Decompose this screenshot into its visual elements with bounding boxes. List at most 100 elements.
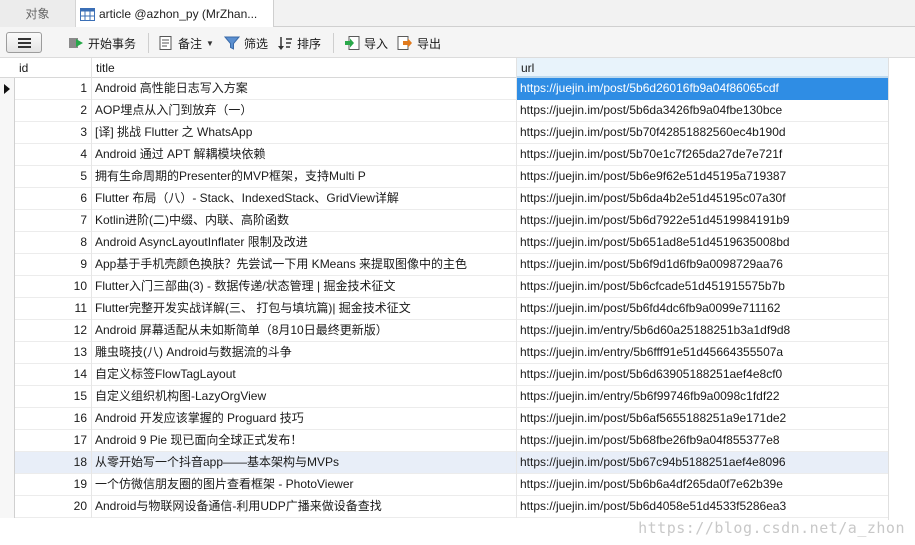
cell-url[interactable]: https://juejin.im/entry/5b6fff91e51d4566… (517, 342, 889, 364)
cell-title[interactable]: App基于手机壳颜色换肤？先尝试一下用 KMeans 来提取图像中的主色 (92, 254, 517, 276)
row-selector[interactable] (0, 496, 15, 518)
cell-id[interactable]: 3 (15, 122, 92, 144)
cell-id[interactable]: 9 (15, 254, 92, 276)
cell-url[interactable]: https://juejin.im/post/5b67c94b5188251ae… (517, 452, 889, 474)
cell-url[interactable]: https://juejin.im/post/5b70f42851882560e… (517, 122, 889, 144)
table-row[interactable]: 12 Android 屏幕适配从未如斯简单（8月10日最终更新版） https://… (0, 320, 889, 342)
cell-url[interactable]: https://juejin.im/entry/5b6d60a25188251b… (517, 320, 889, 342)
cell-title[interactable]: 自定义组织机构图-LazyOrgView (92, 386, 517, 408)
row-selector[interactable] (0, 474, 15, 496)
cell-id[interactable]: 4 (15, 144, 92, 166)
cell-title[interactable]: 拥有生命周期的Presenter的MVP框架，支持Multi P (92, 166, 517, 188)
cell-title[interactable]: AOP埋点从入门到放弃（一） (92, 100, 517, 122)
cell-title[interactable]: 雕虫晓技(八) Android与数据流的斗争 (92, 342, 517, 364)
table-row[interactable]: 20 Android与物联网设备通信-利用UDP广播来做设备查找 https://j… (0, 496, 889, 518)
row-selector[interactable] (0, 122, 15, 144)
cell-id[interactable]: 7 (15, 210, 92, 232)
cell-url[interactable]: https://juejin.im/post/5b6d4058e51d4533f… (517, 496, 889, 518)
table-row[interactable]: 14 自定义标签FlowTagLayout https://juejin.im/po… (0, 364, 889, 386)
cell-id[interactable]: 14 (15, 364, 92, 386)
cell-url[interactable]: https://juejin.im/post/5b6f9d1d6fb9a0098… (517, 254, 889, 276)
table-row[interactable]: 16 Android 开发应该掌握的 Proguard 技巧 https://jue… (0, 408, 889, 430)
cell-title[interactable]: Android与物联网设备通信-利用UDP广播来做设备查找 (92, 496, 517, 518)
cell-title[interactable]: [译] 挑战 Flutter 之 WhatsApp (92, 122, 517, 144)
row-selector[interactable] (0, 430, 15, 452)
begin-transaction-button[interactable]: 开始事务 (68, 34, 136, 52)
cell-id[interactable]: 18 (15, 452, 92, 474)
export-button[interactable]: 导出 (397, 34, 441, 52)
row-selector[interactable] (0, 386, 15, 408)
cell-url[interactable]: https://juejin.im/post/5b6da3426fb9a04fb… (517, 100, 889, 122)
table-row[interactable]: 1 Android 高性能日志写入方案 https://juejin.im/post… (0, 78, 889, 100)
cell-title[interactable]: Kotlin进阶(二)中缀、内联、高阶函数 (92, 210, 517, 232)
table-row[interactable]: 9 App基于手机壳颜色换肤？先尝试一下用 KMeans 来提取图像中的主色 htt… (0, 254, 889, 276)
table-row[interactable]: 17 Android 9 Pie 现已面向全球正式发布！ https://jueji… (0, 430, 889, 452)
table-row[interactable]: 4 Android 通过 APT 解耦模块依赖 https://juejin.im/… (0, 144, 889, 166)
memo-button[interactable]: 备注 ▼ (158, 34, 214, 52)
tab-article[interactable]: article @azhon_py (MrZhan... (76, 0, 274, 28)
table-row[interactable]: 5 拥有生命周期的Presenter的MVP框架，支持Multi Phttps:/… (0, 166, 889, 188)
cell-id[interactable]: 16 (15, 408, 92, 430)
cell-url[interactable]: https://juejin.im/post/5b68fbe26fb9a04f8… (517, 430, 889, 452)
cell-title[interactable]: Flutter完整开发实战详解(三、 打包与填坑篇)| 掘金技术征文 (92, 298, 517, 320)
cell-title[interactable]: Flutter入门三部曲(3) - 数据传递/状态管理 | 掘金技术征文 (92, 276, 517, 298)
cell-title[interactable]: Android 高性能日志写入方案 (92, 78, 517, 100)
cell-title[interactable]: Flutter 布局（八）- Stack、IndexedStack、GridVi… (92, 188, 517, 210)
cell-title[interactable]: 从零开始写一个抖音app——基本架构与MVPs (92, 452, 517, 474)
row-selector[interactable] (0, 452, 15, 474)
cell-url[interactable]: https://juejin.im/post/5b6d26016fb9a04f8… (517, 78, 889, 100)
column-header-title[interactable]: title (92, 58, 517, 78)
cell-title[interactable]: Android AsyncLayoutInflater 限制及改进 (92, 232, 517, 254)
cell-url[interactable]: https://juejin.im/post/5b6d63905188251ae… (517, 364, 889, 386)
cell-id[interactable]: 13 (15, 342, 92, 364)
row-selector[interactable] (0, 188, 15, 210)
row-selector[interactable] (0, 364, 15, 386)
cell-title[interactable]: Android 屏幕适配从未如斯简单（8月10日最终更新版） (92, 320, 517, 342)
row-selector[interactable] (0, 166, 15, 188)
cell-url[interactable]: https://juejin.im/post/5b6e9f62e51d45195… (517, 166, 889, 188)
menu-button[interactable] (6, 32, 42, 53)
cell-title[interactable]: Android 9 Pie 现已面向全球正式发布！ (92, 430, 517, 452)
row-selector[interactable] (0, 100, 15, 122)
sort-button[interactable]: 排序 (277, 34, 321, 52)
cell-url[interactable]: https://juejin.im/post/5b6af5655188251a9… (517, 408, 889, 430)
cell-url[interactable]: https://juejin.im/entry/5b6f99746fb9a009… (517, 386, 889, 408)
table-row[interactable]: 19 一个仿微信朋友圈的图片查看框架 - PhotoViewer https://j… (0, 474, 889, 496)
cell-id[interactable]: 11 (15, 298, 92, 320)
row-selector[interactable] (0, 320, 15, 342)
table-row[interactable]: 15 自定义组织机构图-LazyOrgView https://juejin.im/… (0, 386, 889, 408)
cell-url[interactable]: https://juejin.im/post/5b6b6a4df265da0f7… (517, 474, 889, 496)
row-selector[interactable] (0, 276, 15, 298)
cell-id[interactable]: 17 (15, 430, 92, 452)
cell-url[interactable]: https://juejin.im/post/5b70e1c7f265da27d… (517, 144, 889, 166)
table-row[interactable]: 10 Flutter入门三部曲(3) - 数据传递/状态管理 | 掘金技术征文 ht… (0, 276, 889, 298)
cell-id[interactable]: 12 (15, 320, 92, 342)
row-selector[interactable] (0, 408, 15, 430)
cell-url[interactable]: https://juejin.im/post/5b6da4b2e51d45195… (517, 188, 889, 210)
cell-url[interactable]: https://juejin.im/post/5b651ad8e51d45196… (517, 232, 889, 254)
cell-id[interactable]: 10 (15, 276, 92, 298)
row-selector[interactable] (0, 210, 15, 232)
row-selector[interactable] (0, 78, 15, 100)
cell-url[interactable]: https://juejin.im/post/5b6d7922e51d45199… (517, 210, 889, 232)
row-selector[interactable] (0, 144, 15, 166)
cell-id[interactable]: 20 (15, 496, 92, 518)
table-row[interactable]: 18 从零开始写一个抖音app——基本架构与MVPs https://juejin.… (0, 452, 889, 474)
column-header-id[interactable]: id (15, 58, 92, 78)
import-button[interactable]: 导入 (344, 34, 388, 52)
column-header-url[interactable]: url (517, 58, 889, 78)
cell-id[interactable]: 1 (15, 78, 92, 100)
row-selector[interactable] (0, 342, 15, 364)
cell-title[interactable]: Android 开发应该掌握的 Proguard 技巧 (92, 408, 517, 430)
row-selector[interactable] (0, 254, 15, 276)
tab-objects[interactable]: 对象 (0, 0, 76, 27)
cell-id[interactable]: 19 (15, 474, 92, 496)
table-row[interactable]: 11 Flutter完整开发实战详解(三、 打包与填坑篇)| 掘金技术征文 http… (0, 298, 889, 320)
table-row[interactable]: 6 Flutter 布局（八）- Stack、IndexedStack、GridV… (0, 188, 889, 210)
cell-id[interactable]: 6 (15, 188, 92, 210)
table-row[interactable]: 13 雕虫晓技(八) Android与数据流的斗争 https://juejin.i… (0, 342, 889, 364)
cell-title[interactable]: 自定义标签FlowTagLayout (92, 364, 517, 386)
cell-id[interactable]: 5 (15, 166, 92, 188)
table-row[interactable]: 2 AOP埋点从入门到放弃（一） https://juejin.im/post/5b… (0, 100, 889, 122)
cell-id[interactable]: 15 (15, 386, 92, 408)
